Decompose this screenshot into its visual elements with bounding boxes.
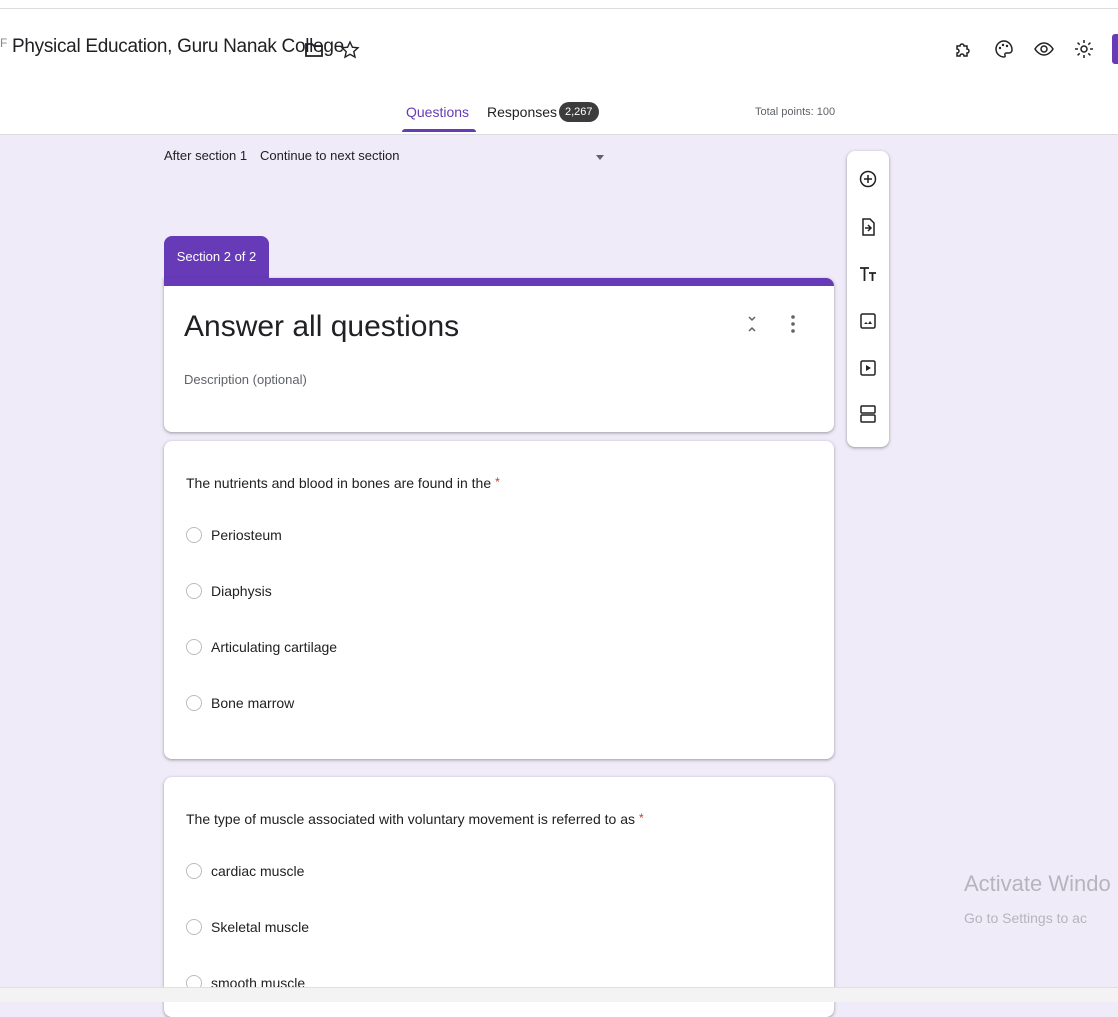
question-text: The type of muscle associated with volun…: [186, 811, 635, 827]
radio-button[interactable]: [186, 527, 202, 543]
section-header-card[interactable]: Answer all questions Description (option…: [164, 278, 834, 432]
folder-icon[interactable]: [302, 38, 326, 62]
form-title[interactable]: F Physical Education, Guru Nanak College: [0, 36, 344, 58]
send-button[interactable]: [1112, 34, 1118, 64]
radio-button[interactable]: [186, 919, 202, 935]
collapse-section-icon[interactable]: [746, 314, 758, 339]
option-label: Articulating cartilage: [211, 639, 338, 655]
option-label: cardiac muscle: [211, 863, 305, 879]
radio-button[interactable]: [186, 583, 202, 599]
question-card[interactable]: The nutrients and blood in bones are fou…: [164, 441, 834, 759]
star-icon[interactable]: [338, 38, 362, 62]
add-video-icon[interactable]: [856, 356, 880, 380]
add-ons-icon[interactable]: [952, 37, 976, 61]
section-description-field[interactable]: Description (optional): [184, 372, 307, 387]
option-label: Skeletal muscle: [211, 919, 310, 935]
radio-button[interactable]: [186, 695, 202, 711]
question-title[interactable]: The type of muscle associated with volun…: [186, 811, 644, 827]
section-tab: Section 2 of 2: [164, 236, 269, 278]
form-title-text: Physical Education, Guru Nanak College: [12, 36, 344, 57]
import-questions-icon[interactable]: [856, 215, 880, 239]
option-row[interactable]: Articulating cartilage: [186, 639, 337, 655]
required-marker: *: [638, 811, 644, 825]
settings-icon[interactable]: [1072, 37, 1096, 61]
activate-windows-watermark: Activate Windo: [964, 871, 1111, 896]
top-divider: [0, 8, 1118, 9]
option-row[interactable]: Bone marrow: [186, 695, 294, 711]
header-actions: [952, 34, 1118, 64]
top-bar: F Physical Education, Guru Nanak College…: [0, 0, 1118, 135]
taskbar: [0, 987, 1118, 1002]
radio-button[interactable]: [186, 639, 202, 655]
option-label: Periosteum: [211, 527, 282, 543]
add-section-icon[interactable]: [856, 402, 880, 426]
add-question-icon[interactable]: [856, 167, 880, 191]
total-points: Total points: 100: [755, 106, 836, 118]
palette-icon[interactable]: [992, 37, 1016, 61]
tab-responses[interactable]: Responses: [487, 104, 557, 120]
option-row[interactable]: cardiac muscle: [186, 863, 304, 879]
section-title[interactable]: Answer all questions: [184, 310, 459, 344]
option-row[interactable]: Periosteum: [186, 527, 282, 543]
option-label: Diaphysis: [211, 583, 272, 599]
preview-icon[interactable]: [1032, 37, 1056, 61]
after-section-dropdown[interactable]: Continue to next section: [260, 148, 399, 163]
floating-toolbar: [847, 151, 889, 447]
title-prefix: F: [0, 36, 8, 50]
dropdown-caret-icon[interactable]: [596, 155, 604, 160]
question-card[interactable]: The type of muscle associated with volun…: [164, 777, 834, 1017]
add-image-icon[interactable]: [856, 309, 880, 333]
form-tabs: Questions Responses 2,267 Total points: …: [0, 98, 1118, 134]
title-icons: [302, 38, 362, 62]
add-title-icon[interactable]: [856, 262, 880, 286]
option-row[interactable]: Diaphysis: [186, 583, 272, 599]
tab-questions[interactable]: Questions: [406, 104, 469, 120]
required-marker: *: [495, 475, 500, 489]
option-row[interactable]: Skeletal muscle: [186, 919, 309, 935]
more-options-icon[interactable]: [790, 314, 796, 339]
activate-windows-subtext: Go to Settings to ac: [964, 910, 1087, 926]
option-label: Bone marrow: [211, 695, 295, 711]
radio-button[interactable]: [186, 863, 202, 879]
after-section-label: After section 1: [164, 148, 248, 163]
question-text: The nutrients and blood in bones are fou…: [186, 475, 492, 491]
responses-count-badge: 2,267: [559, 102, 599, 122]
question-title[interactable]: The nutrients and blood in bones are fou…: [186, 475, 500, 491]
active-tab-indicator: [402, 129, 476, 132]
